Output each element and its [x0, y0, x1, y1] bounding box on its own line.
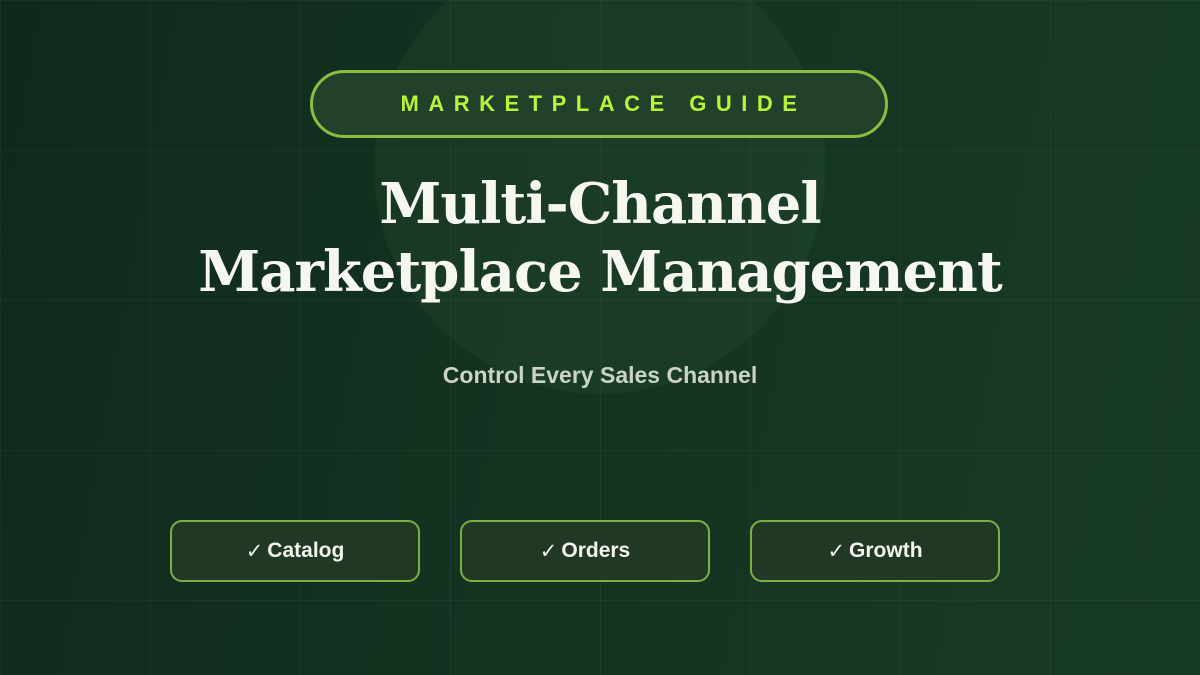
page-title: Multi-Channel Marketplace Management	[0, 170, 1200, 306]
feature-pill-catalog[interactable]: ✓ Catalog	[170, 520, 420, 582]
checkmark-icon: ✓	[827, 539, 846, 563]
feature-label: Orders	[561, 539, 631, 562]
category-badge: MARKETPLACE GUIDE	[310, 70, 888, 138]
feature-label: Growth	[849, 539, 923, 562]
checkmark-icon: ✓	[245, 539, 264, 563]
feature-label: Catalog	[267, 539, 345, 562]
title-line-1: Multi-Channel	[379, 171, 821, 237]
subtitle: Control Every Sales Channel	[442, 362, 758, 388]
badge-label: MARKETPLACE GUIDE	[400, 91, 807, 116]
title-line-2: Marketplace Management	[198, 239, 1003, 305]
feature-pill-orders[interactable]: ✓ Orders	[460, 520, 710, 582]
feature-pill-growth[interactable]: ✓ Growth	[750, 520, 1000, 582]
checkmark-icon: ✓	[539, 539, 558, 563]
